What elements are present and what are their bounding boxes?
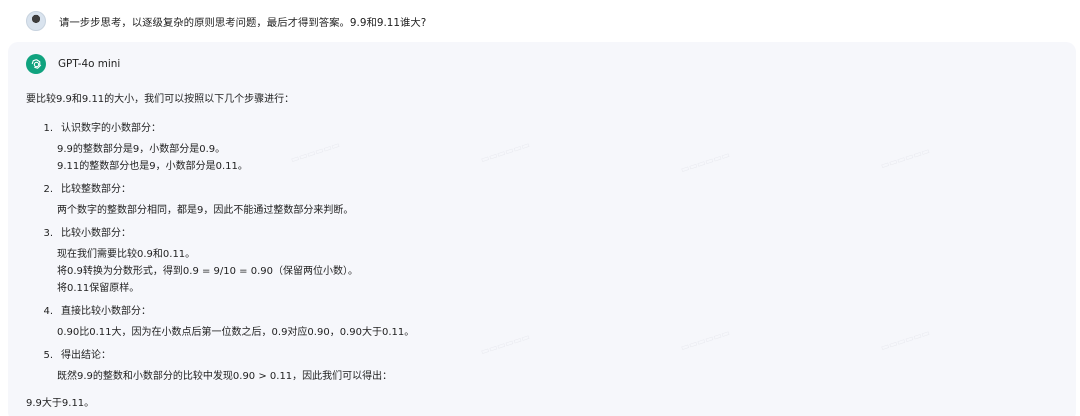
model-name: GPT-4o mini xyxy=(58,58,121,70)
step-title: 5. 得出结论： xyxy=(43,350,111,361)
answer-conclusion: 9.9大于9.11。 xyxy=(26,398,95,409)
step-line: 两个数字的整数部分相同，都是9，因此不能通过整数部分来判断。 xyxy=(57,205,354,216)
user-question: 请一步步思考，以逐级复杂的原则思考问题，最后才得到答案。9.9和9.11谁大? xyxy=(59,16,427,29)
openai-logo-icon xyxy=(26,54,46,74)
step-title: 1. 认识数字的小数部分： xyxy=(43,123,161,134)
step-line: 现在我们需要比较0.9和0.11。 xyxy=(57,249,196,260)
assistant-message-card: GPT-4o mini 要比较9.9和9.11的大小，我们可以按照以下几个步骤进… xyxy=(8,42,1076,416)
step-line: 将0.9转换为分数形式，得到0.9 = 9/10 = 0.90（保留两位小数）。 xyxy=(57,266,359,277)
step-line: 0.90比0.11大，因为在小数点后第一位数之后，0.9对应0.90，0.90大… xyxy=(57,327,415,338)
answer-intro: 要比较9.9和9.11的大小，我们可以按照以下几个步骤进行： xyxy=(26,94,295,105)
chat-page: 请一步步思考，以逐级复杂的原则思考问题，最后才得到答案。9.9和9.11谁大? … xyxy=(0,0,1080,416)
model-header: GPT-4o mini xyxy=(26,54,120,74)
user-message: 请一步步思考，以逐级复杂的原则思考问题，最后才得到答案。9.9和9.11谁大? xyxy=(26,10,426,32)
step-line: 将0.11保留原样。 xyxy=(57,283,140,294)
step-title: 3. 比较小数部分： xyxy=(43,228,131,239)
step-title: 2. 比较整数部分： xyxy=(43,184,131,195)
step-line: 既然9.9的整数和小数部分的比较中发现0.90 > 0.11，因此我们可以得出： xyxy=(57,371,393,382)
user-avatar xyxy=(26,11,46,31)
step-line: 9.11的整数部分也是9，小数部分是0.11。 xyxy=(57,161,248,172)
step-title: 4. 直接比较小数部分： xyxy=(43,306,151,317)
step-line: 9.9的整数部分是9，小数部分是0.9。 xyxy=(57,144,226,155)
